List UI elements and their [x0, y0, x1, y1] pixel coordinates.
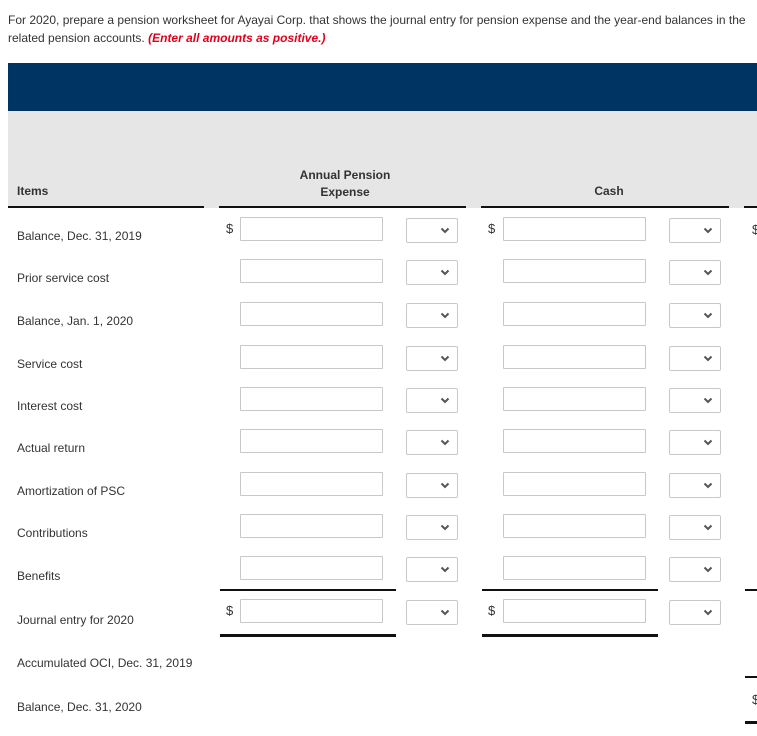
- ape-amount-input[interactable]: [240, 345, 383, 369]
- ape-amount-input[interactable]: [240, 217, 383, 241]
- row-label: Actual return: [17, 441, 86, 455]
- ape-amount-input[interactable]: [240, 429, 383, 453]
- ape-dollar-sign: $: [226, 603, 234, 618]
- chevron-down-icon: [703, 563, 713, 575]
- chevron-down-icon: [440, 394, 450, 406]
- header-ape-line2: Expense: [320, 185, 370, 199]
- chevron-down-icon: [440, 436, 450, 448]
- ape-amount-input[interactable]: [240, 556, 383, 580]
- ape-amount-input[interactable]: [240, 472, 383, 496]
- row-label: Balance, Dec. 31, 2020: [17, 700, 142, 714]
- cash-amount-input[interactable]: [503, 387, 646, 411]
- chevron-down-icon: [703, 352, 713, 364]
- instructions-note: (Enter all amounts as positive.): [148, 31, 326, 45]
- ape-amount-input[interactable]: [240, 387, 383, 411]
- cash-amount-input[interactable]: [503, 302, 646, 326]
- chevron-down-icon: [440, 521, 450, 533]
- row-label: Contributions: [17, 526, 88, 540]
- cash-amount-input[interactable]: [503, 599, 646, 623]
- cash-dr-cr-select[interactable]: [669, 218, 721, 243]
- ape-dr-cr-select[interactable]: [406, 346, 458, 371]
- ape-dr-cr-select[interactable]: [406, 303, 458, 328]
- ape-dollar-sign: $: [226, 221, 234, 236]
- balance-line-next: [745, 676, 757, 678]
- row-label: Benefits: [17, 569, 61, 583]
- ape-amount-input[interactable]: [240, 259, 383, 283]
- cash-amount-input[interactable]: [503, 429, 646, 453]
- ape-dr-cr-select[interactable]: [406, 388, 458, 413]
- chevron-down-icon: [440, 563, 450, 575]
- ape-dr-cr-select[interactable]: [406, 218, 458, 243]
- cash-dr-cr-select[interactable]: [669, 600, 721, 625]
- header-items: Items: [17, 184, 49, 198]
- chevron-down-icon: [703, 394, 713, 406]
- chevron-down-icon: [440, 224, 450, 236]
- subtotal-line-next: [745, 589, 757, 591]
- chevron-down-icon: [703, 436, 713, 448]
- header-annual-pension-expense: Annual Pension Expense: [280, 167, 410, 201]
- subtotal-line-ape: [220, 589, 396, 591]
- row-label: Amortization of PSC: [17, 484, 126, 498]
- chevron-down-icon: [440, 606, 450, 618]
- total-line-ape: [220, 634, 396, 637]
- header-underline-next: [744, 206, 757, 208]
- total-line-cash: [482, 634, 658, 637]
- chevron-down-icon: [703, 521, 713, 533]
- ape-dr-cr-select[interactable]: [406, 557, 458, 582]
- row-label: Balance, Dec. 31, 2019: [17, 229, 142, 243]
- cash-amount-input[interactable]: [503, 259, 646, 283]
- row-label: Journal entry for 2020: [17, 613, 134, 627]
- row-label: Interest cost: [17, 399, 83, 413]
- cash-dr-cr-select[interactable]: [669, 430, 721, 455]
- chevron-down-icon: [703, 606, 713, 618]
- subtotal-line-cash: [482, 589, 658, 591]
- header-underline-items: [8, 206, 204, 208]
- row-label: Prior service cost: [17, 271, 110, 285]
- header-cash: Cash: [594, 184, 624, 198]
- chevron-down-icon: [440, 266, 450, 278]
- next-col-dollar-sign: $: [752, 222, 757, 237]
- cash-amount-input[interactable]: [503, 472, 646, 496]
- ape-dr-cr-select[interactable]: [406, 430, 458, 455]
- cash-dr-cr-select[interactable]: [669, 557, 721, 582]
- chevron-down-icon: [703, 224, 713, 236]
- chevron-down-icon: [703, 479, 713, 491]
- header-underline-cash: [481, 206, 729, 208]
- cash-dr-cr-select[interactable]: [669, 303, 721, 328]
- cash-dr-cr-select[interactable]: [669, 388, 721, 413]
- instructions-text: For 2020, prepare a pension worksheet fo…: [8, 13, 746, 45]
- chevron-down-icon: [440, 352, 450, 364]
- cash-dollar-sign: $: [488, 603, 496, 618]
- ape-dr-cr-select[interactable]: [406, 515, 458, 540]
- cash-amount-input[interactable]: [503, 217, 646, 241]
- row-label: Balance, Jan. 1, 2020: [17, 314, 134, 328]
- ape-amount-input[interactable]: [240, 302, 383, 326]
- chevron-down-icon: [440, 309, 450, 321]
- ape-amount-input[interactable]: [240, 599, 383, 623]
- table-banner: [8, 63, 757, 111]
- chevron-down-icon: [440, 479, 450, 491]
- next-col-dollar-sign: $: [752, 692, 757, 707]
- cash-amount-input[interactable]: [503, 556, 646, 580]
- cash-amount-input[interactable]: [503, 514, 646, 538]
- cash-dr-cr-select[interactable]: [669, 473, 721, 498]
- header-underline-ape: [219, 206, 466, 208]
- cash-dr-cr-select[interactable]: [669, 515, 721, 540]
- header-ape-line1: Annual Pension: [299, 168, 391, 182]
- row-label: Accumulated OCI, Dec. 31, 2019: [17, 656, 193, 670]
- ape-dr-cr-select[interactable]: [406, 260, 458, 285]
- chevron-down-icon: [703, 309, 713, 321]
- ape-amount-input[interactable]: [240, 514, 383, 538]
- cash-dr-cr-select[interactable]: [669, 260, 721, 285]
- cash-dr-cr-select[interactable]: [669, 346, 721, 371]
- cash-dollar-sign: $: [488, 221, 496, 236]
- cash-amount-input[interactable]: [503, 345, 646, 369]
- row-label: Service cost: [17, 357, 83, 371]
- ape-dr-cr-select[interactable]: [406, 473, 458, 498]
- chevron-down-icon: [703, 266, 713, 278]
- balance-total-line-next: [745, 721, 757, 724]
- instructions: For 2020, prepare a pension worksheet fo…: [8, 11, 748, 47]
- ape-dr-cr-select[interactable]: [406, 600, 458, 625]
